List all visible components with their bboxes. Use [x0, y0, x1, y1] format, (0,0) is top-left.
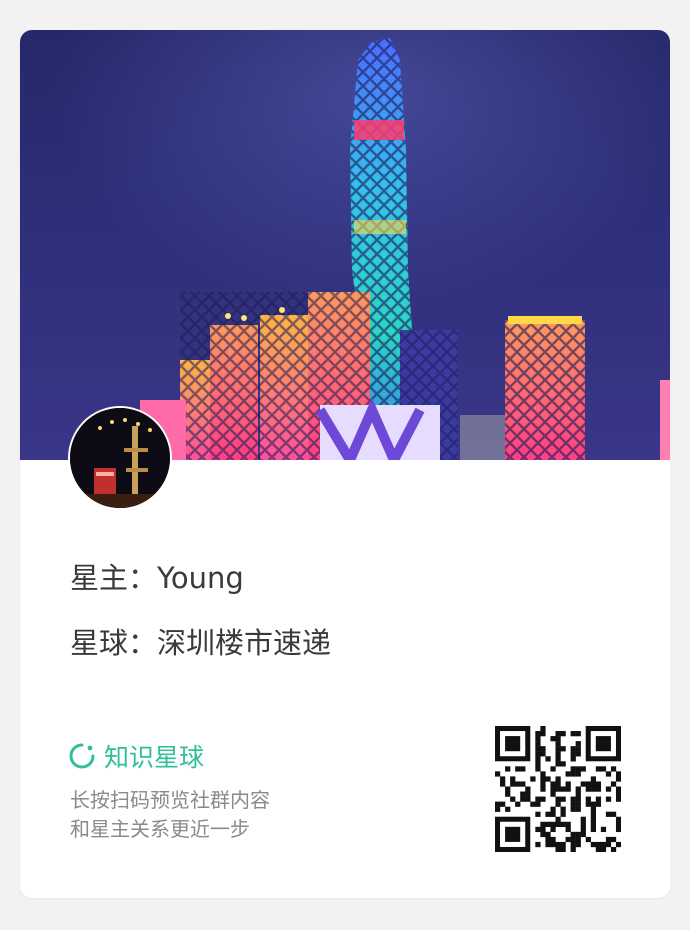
hint-line-1: 长按扫码预览社群内容: [70, 788, 270, 812]
planet-line: 星球：深圳楼市速递: [70, 620, 331, 662]
invite-card: 星主：Young 星球：深圳楼市速递 知识星球 长按扫码预览社群内容 和星主关系…: [20, 30, 670, 898]
qr-code[interactable]: [495, 726, 621, 852]
owner-line: 星主：Young: [70, 555, 244, 597]
knowledge-planet-logo-icon: [69, 743, 95, 769]
planet-label: 星球：: [70, 626, 158, 660]
scan-hint: 长按扫码预览社群内容 和星主关系更近一步: [70, 786, 270, 844]
owner-label: 星主：: [70, 561, 158, 595]
owner-name: Young: [157, 561, 244, 595]
brand-row: 知识星球: [68, 738, 204, 774]
city-skyline-night-image: [20, 30, 670, 460]
brand-name: 知识星球: [104, 743, 205, 772]
cover-image: [20, 30, 670, 460]
owner-avatar[interactable]: [70, 408, 170, 508]
planet-name: 深圳楼市速递: [157, 626, 332, 660]
hint-line-2: 和星主关系更近一步: [70, 817, 250, 841]
avatar-image: [70, 408, 170, 508]
